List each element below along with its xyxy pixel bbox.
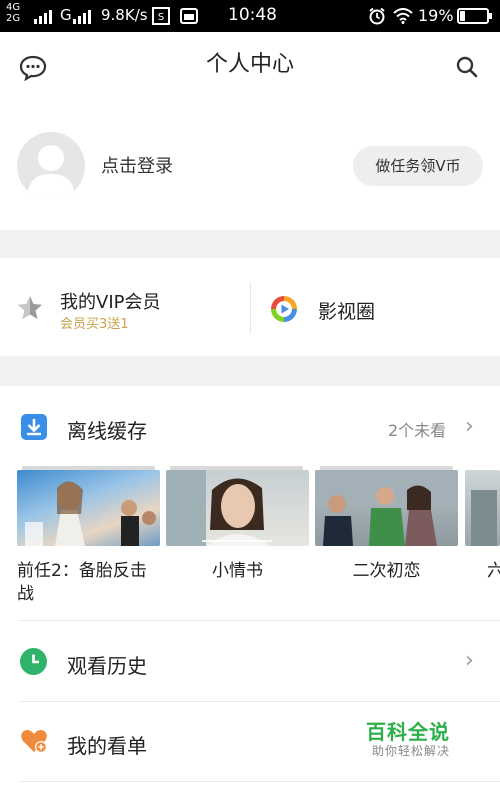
login-link[interactable]: 点击登录 — [101, 152, 173, 178]
chevron-right-icon: › — [465, 648, 474, 673]
scene-2-image — [166, 470, 272, 546]
play-circle-icon — [271, 296, 297, 322]
wifi-icon — [393, 8, 413, 24]
watch-history-title: 观看历史 — [67, 654, 147, 678]
video-title[interactable]: 前任2：备胎反击战 — [17, 560, 160, 606]
watermark-slogan: 助你轻松解决 — [372, 744, 451, 758]
chevron-right-icon: › — [465, 414, 474, 439]
video-title[interactable]: 二次初恋 — [315, 560, 458, 583]
carrier-label: G — [60, 6, 72, 24]
page-title: 个人中心 — [205, 52, 294, 77]
download-icon — [21, 414, 47, 440]
watermark-logo-text: 百科全说 — [366, 720, 450, 744]
search-icon[interactable] — [455, 55, 479, 79]
avatar[interactable] — [17, 132, 85, 200]
video-title[interactable]: 六 — [487, 560, 500, 583]
battery-percent: 19% — [418, 6, 454, 25]
vip-promo: 会员买3送1 — [60, 317, 129, 332]
section-divider — [0, 356, 500, 386]
clock: 10:48 — [228, 5, 277, 25]
video-thumbnail[interactable] — [315, 470, 458, 546]
svg-text:S: S — [158, 12, 164, 23]
film-circle-label: 影视圈 — [318, 301, 376, 323]
status-bar: 4G 2G G 9.8K/s S 10:48 19% — [0, 0, 500, 32]
video-thumbnail[interactable] — [166, 470, 309, 546]
vip-title: 我的VIP会员 — [60, 292, 161, 313]
film-circle-entry[interactable] — [251, 258, 500, 356]
star-icon — [18, 296, 42, 319]
offline-cache-title: 离线缓存 — [67, 419, 147, 443]
alarm-icon — [369, 7, 385, 25]
my-watchlist-title: 我的看单 — [67, 734, 147, 758]
network-speed: 9.8K/s — [101, 6, 148, 24]
video-thumbnail[interactable] — [17, 470, 160, 546]
scene-4-image — [471, 490, 497, 546]
row-divider — [18, 781, 500, 782]
battery-icon — [457, 8, 492, 24]
signal-icon — [34, 10, 52, 24]
video-title[interactable]: 小情书 — [166, 560, 309, 583]
heart-add-icon — [21, 730, 47, 753]
scene-3-image — [315, 470, 458, 546]
unwatched-count: 2个未看 — [388, 421, 447, 440]
section-divider — [0, 230, 500, 258]
signal-icon — [73, 10, 91, 24]
clock-icon — [20, 648, 47, 675]
task-reward-button[interactable]: 做任务领V币 — [353, 146, 483, 186]
scene-1-image — [25, 481, 156, 546]
sim-icon: S — [152, 7, 170, 25]
default-avatar-icon — [27, 145, 75, 200]
video-thumbnail[interactable] — [465, 470, 500, 546]
network-type: 4G 2G — [6, 2, 21, 24]
gallery-icon — [180, 8, 198, 24]
